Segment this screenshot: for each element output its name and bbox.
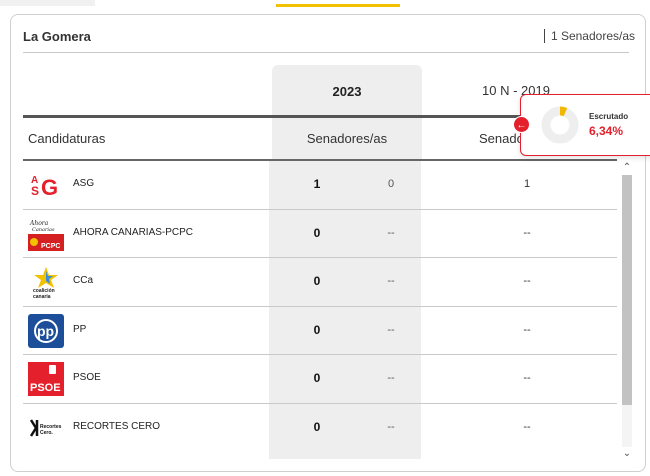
scroll-down-icon[interactable]: ⌄ — [620, 447, 634, 461]
party-name: PP — [73, 323, 87, 335]
table-row: Recortes Cero. RECORTES CERO 0 -- -- — [23, 404, 617, 453]
escrutado-value: 6,34% — [589, 124, 624, 138]
table-scrollbar[interactable]: ⌃ ⌄ — [620, 161, 634, 461]
seats-change: -- — [387, 226, 395, 239]
region-title: La Gomera — [23, 29, 91, 44]
svg-text:PCPC: PCPC — [41, 243, 60, 250]
party-name: AHORA CANARIAS-PCPC — [73, 226, 194, 238]
recortes-cero-logo: Recortes Cero. — [28, 411, 64, 445]
table-row: coalición canaria CCa 0 -- -- — [23, 258, 617, 307]
svg-text:Cero.: Cero. — [40, 430, 53, 436]
party-name: PSOE — [73, 372, 101, 383]
coalicion-canaria-logo: coalición canaria — [28, 265, 64, 300]
table-row: Ahora Canarias PCPC AHORA CANARIAS-PCPC … — [23, 210, 617, 258]
collapse-arrow-icon[interactable]: ← — [513, 116, 530, 133]
seats-2023: 0 — [313, 274, 321, 288]
svg-text:G: G — [41, 175, 58, 200]
top-tab-fade — [0, 0, 95, 6]
seats-header-previous: Senado — [479, 131, 524, 146]
svg-text:S: S — [31, 184, 39, 198]
header-divider — [23, 52, 629, 53]
table-row: PSOE PSOE 0 -- -- — [23, 355, 617, 404]
svg-text:pp: pp — [37, 323, 54, 339]
seats-2019: -- — [523, 372, 531, 384]
escrutado-popover: Escrutado 6,34% — [520, 94, 650, 156]
seats-change: -- — [387, 420, 395, 433]
seats-2023: 0 — [313, 419, 321, 434]
escrutado-donut-chart — [540, 105, 580, 145]
svg-text:Ahora: Ahora — [29, 220, 49, 227]
seats-2019: 1 — [523, 178, 531, 190]
seats-2019: -- — [523, 323, 531, 336]
seats-info: 1 Senadores/as — [543, 29, 635, 43]
svg-text:canaria: canaria — [33, 294, 51, 299]
party-name: ASG — [73, 178, 95, 189]
psoe-logo: PSOE — [28, 362, 64, 396]
escrutado-label: Escrutado — [589, 112, 629, 121]
party-name: RECORTES CERO — [73, 420, 161, 432]
active-tab-indicator — [276, 4, 400, 7]
seats-2023: 0 — [313, 225, 321, 240]
seats-change: -- — [387, 275, 395, 287]
svg-text:Canarias: Canarias — [32, 227, 55, 233]
seats-header-current: Senadores/as — [306, 131, 388, 146]
scroll-thumb[interactable] — [622, 175, 632, 405]
results-card: La Gomera 1 Senadores/as 2023 10 N - 201… — [10, 14, 646, 472]
table-row: pp PP 0 -- -- — [23, 307, 617, 355]
seats-2019: -- — [523, 275, 531, 287]
seats-change: -- — [387, 372, 395, 384]
asg-logo: A S G — [28, 168, 64, 202]
seats-change: 0 — [387, 178, 395, 190]
seats-change: -- — [387, 323, 395, 336]
scroll-up-icon[interactable]: ⌃ — [620, 161, 634, 175]
seats-2023: 0 — [313, 371, 321, 385]
seats-2023: 0 — [313, 322, 321, 337]
ahora-canarias-logo: Ahora Canarias PCPC — [28, 217, 64, 251]
table-row: A S G ASG 1 0 1 — [23, 161, 617, 210]
card-header: La Gomera 1 Senadores/as — [23, 29, 635, 53]
seats-2019: -- — [523, 226, 531, 239]
year-current-header[interactable]: 2023 — [272, 84, 422, 99]
seats-2019: -- — [523, 420, 531, 433]
svg-text:PSOE: PSOE — [30, 382, 61, 394]
pp-logo: pp — [28, 313, 64, 348]
candidatures-header: Candidaturas — [28, 131, 106, 146]
party-name: CCa — [73, 275, 94, 286]
party-results-table: A S G ASG 1 0 1 Ahora Canarias PCPC AHOR… — [23, 161, 617, 452]
seats-2023: 1 — [313, 177, 321, 191]
